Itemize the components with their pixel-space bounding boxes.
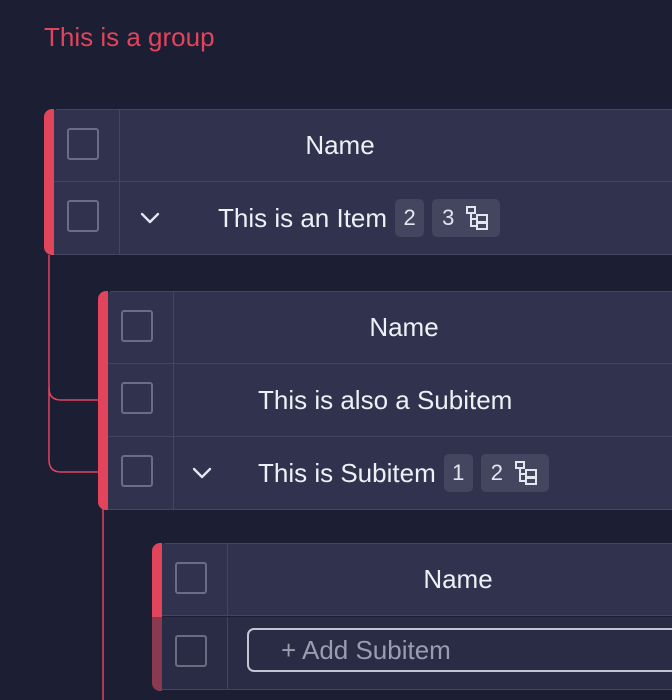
subitem-name-cell: This is Subitem 1 2: [258, 437, 549, 509]
subitems-count-button[interactable]: 2: [480, 454, 549, 492]
update-count: 1: [452, 460, 465, 485]
board-page: This is a group Name This is an Item 2 3…: [0, 0, 672, 700]
nested-select-all-cell: [162, 544, 228, 615]
nested-add-row-bar: [152, 617, 162, 691]
chevron-down-icon[interactable]: [140, 208, 160, 228]
subitems-tree-icon: [466, 206, 489, 230]
select-all-checkbox[interactable]: [67, 128, 99, 160]
subitems-table: Name This is also a Subitem This is Subi…: [98, 291, 672, 510]
subitem-row[interactable]: This is Subitem 1 2: [108, 437, 672, 510]
group-color-bar: [44, 109, 54, 255]
items-table: Name This is an Item 2 3: [44, 109, 672, 255]
add-row-checkbox[interactable]: [175, 635, 207, 667]
items-header-row: Name: [54, 109, 672, 182]
item-select-cell: [54, 182, 120, 254]
subitem-count: 2: [490, 460, 503, 485]
item-name[interactable]: This is an Item: [218, 203, 387, 234]
update-count-badge[interactable]: 1: [443, 454, 473, 492]
nested-subitems-table: Name: [152, 543, 672, 691]
item-name-cell: This is an Item 2 3: [218, 182, 501, 254]
subitem-checkbox[interactable]: [121, 455, 153, 487]
subitem-name[interactable]: This is Subitem: [258, 458, 436, 489]
subitems-header-row: Name: [108, 291, 672, 364]
item-row[interactable]: This is an Item 2 3: [54, 182, 672, 255]
name-column-header[interactable]: Name: [120, 110, 560, 181]
update-count: 2: [403, 205, 416, 230]
subitems-select-all-cell: [108, 292, 174, 363]
item-checkbox[interactable]: [67, 200, 99, 232]
subitems-tree-icon: [514, 461, 537, 485]
subitem-select-cell: [108, 364, 174, 436]
subitem-name[interactable]: This is also a Subitem: [258, 385, 512, 416]
subitems-count-button[interactable]: 3: [432, 199, 501, 237]
subitem-select-cell: [108, 437, 174, 509]
add-subitem-input[interactable]: [247, 628, 672, 672]
group-title[interactable]: This is a group: [44, 20, 215, 54]
select-all-cell: [54, 110, 120, 181]
add-subitem-row: [162, 617, 672, 690]
subitems-select-all-checkbox[interactable]: [121, 310, 153, 342]
subitem-count: 3: [442, 205, 455, 230]
nested-select-all-checkbox[interactable]: [175, 562, 207, 594]
update-count-badge[interactable]: 2: [395, 199, 425, 237]
nested-header-row: Name: [162, 543, 672, 616]
subitems-color-bar: [98, 291, 108, 510]
add-row-select-cell: [162, 617, 228, 689]
nested-color-bar: [152, 543, 162, 617]
subitem-name-cell: This is also a Subitem: [258, 364, 512, 436]
subitem-checkbox[interactable]: [121, 382, 153, 414]
subitems-name-column-header[interactable]: Name: [174, 292, 634, 363]
nested-name-column-header[interactable]: Name: [228, 544, 672, 615]
subitem-row[interactable]: This is also a Subitem: [108, 364, 672, 437]
chevron-down-icon[interactable]: [192, 463, 212, 483]
